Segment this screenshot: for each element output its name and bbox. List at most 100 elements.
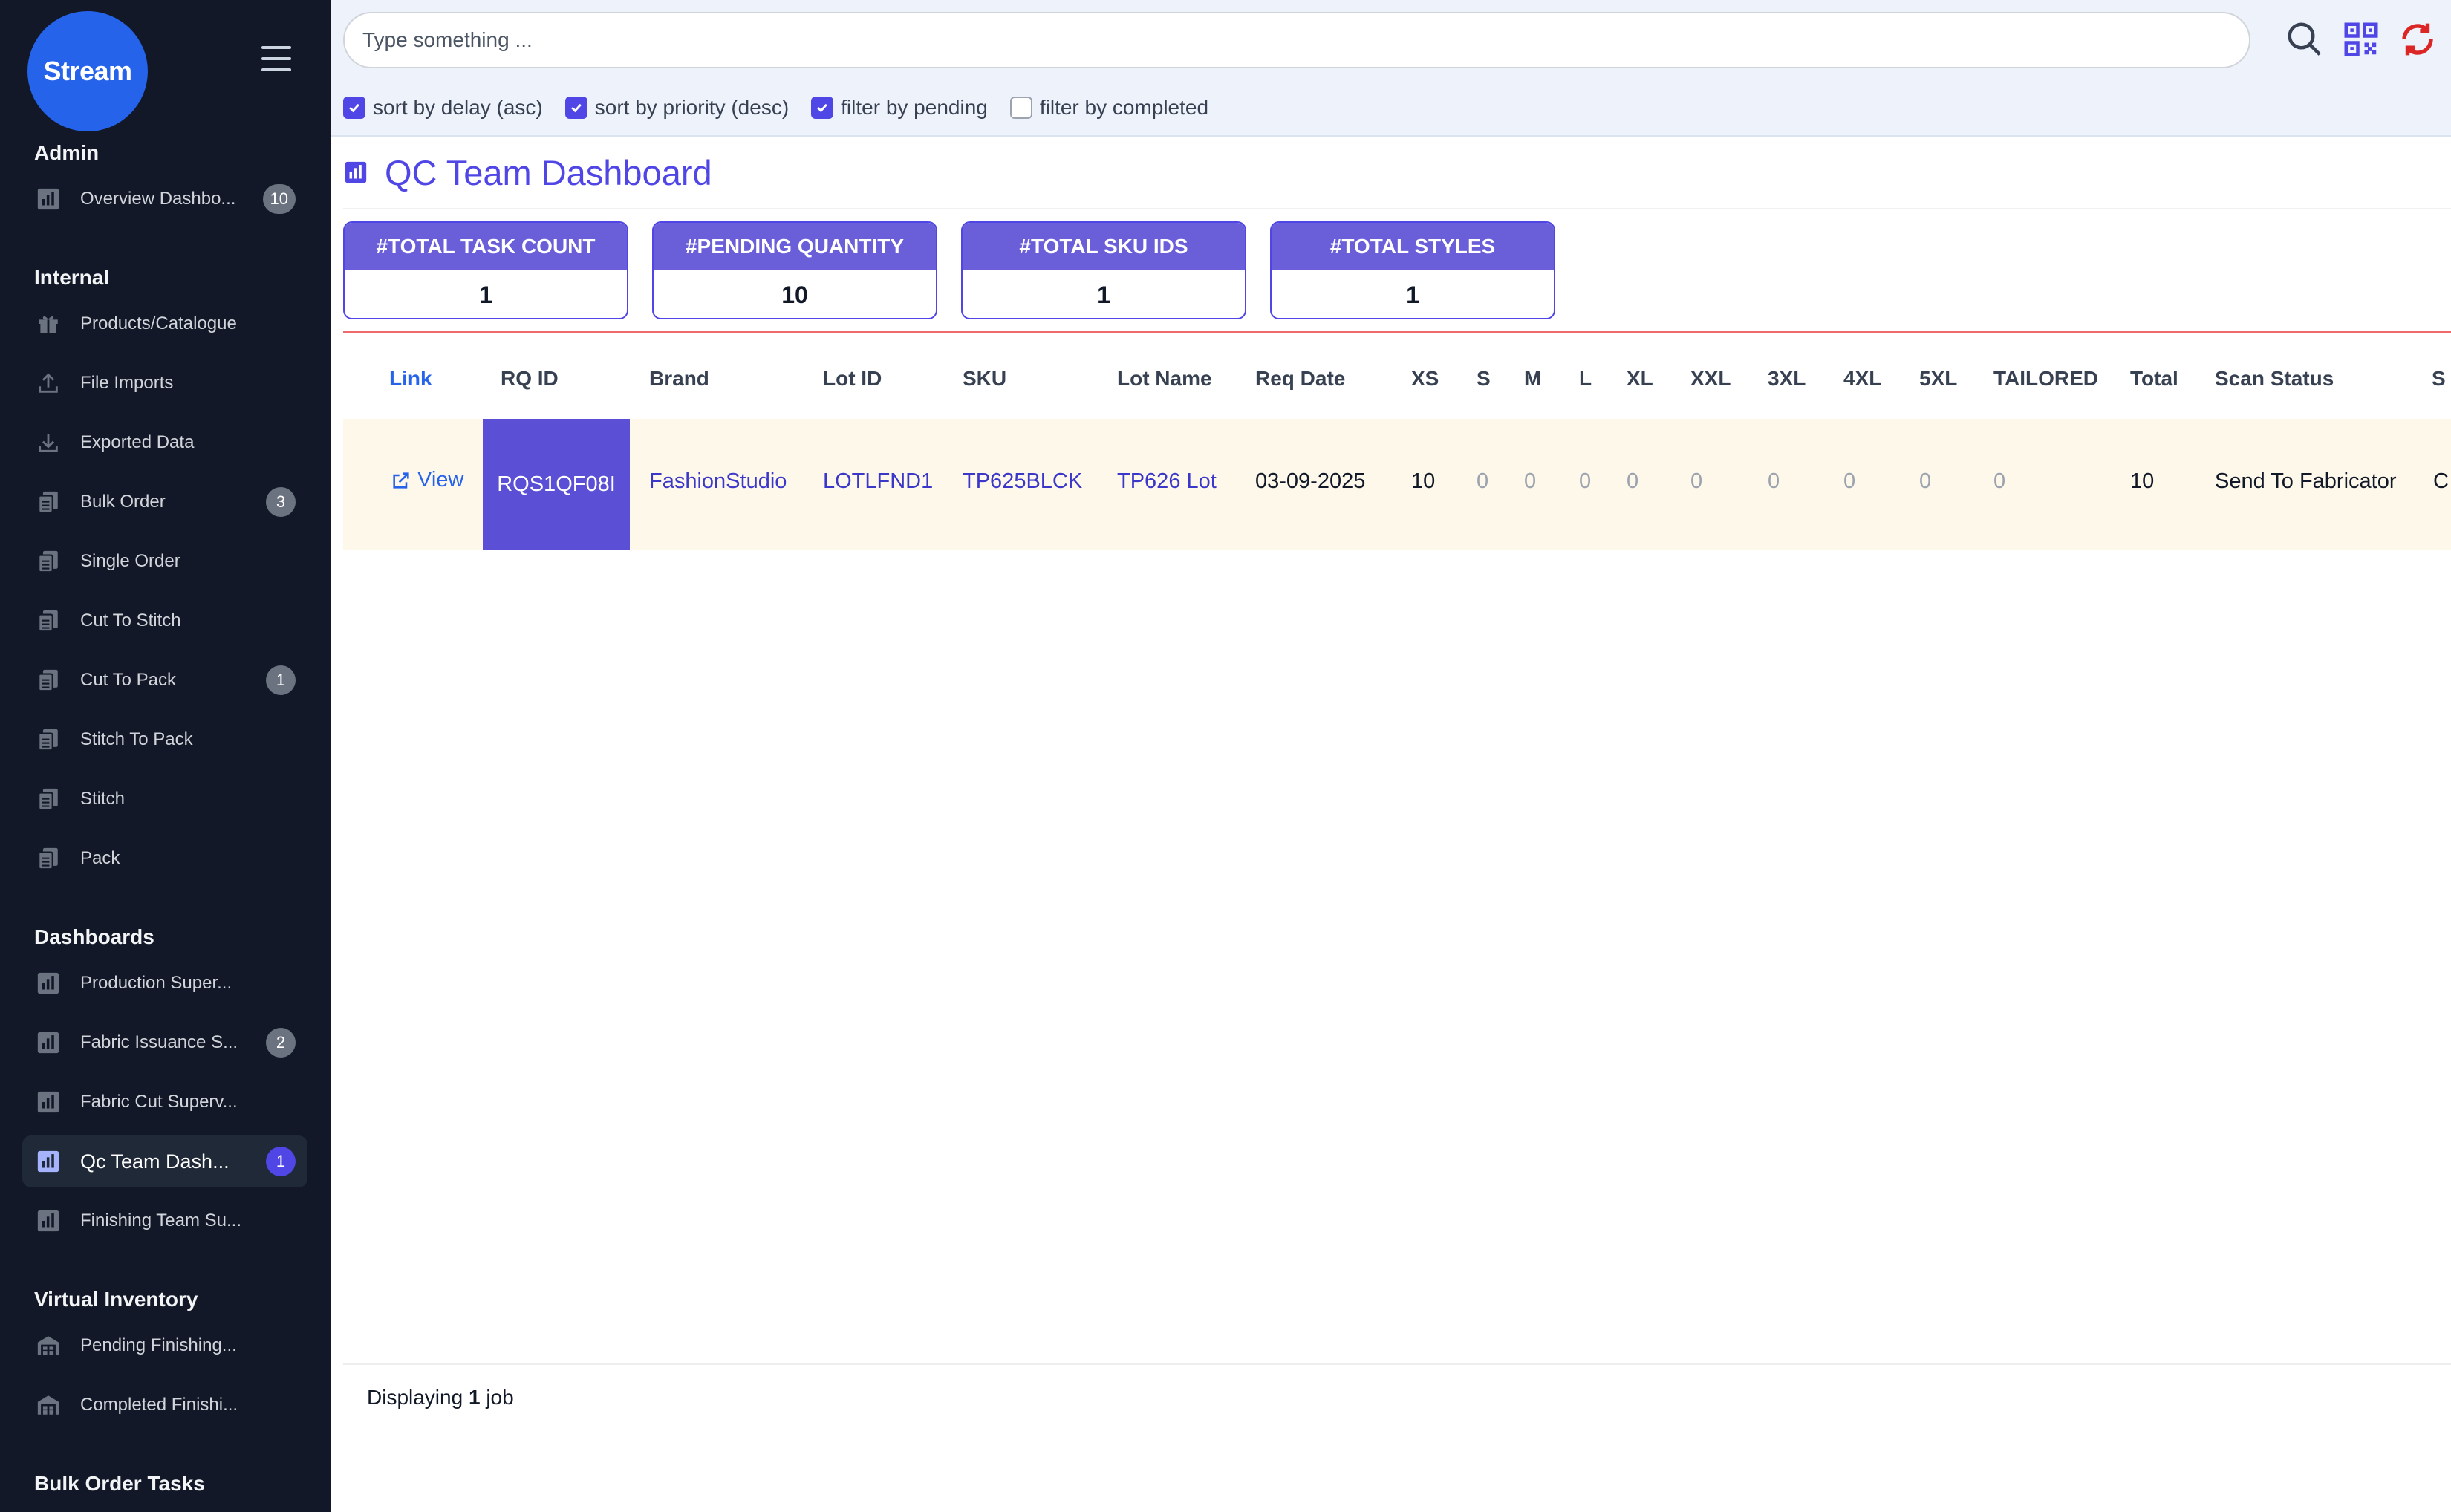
sidebar-item-qc-team-dashboard[interactable]: Qc Team Dash... 1 (22, 1135, 307, 1187)
sidebar-item-label: Fabric Issuance S... (80, 1032, 238, 1052)
warehouse-icon (36, 1392, 61, 1418)
stat-value: 1 (1406, 281, 1419, 308)
section-title-admin: Admin (34, 141, 100, 164)
sidebar-item-stitch[interactable]: Stitch (22, 773, 307, 825)
checkbox-checked[interactable] (343, 97, 365, 119)
divider (343, 331, 2451, 333)
column-header-overflow[interactable]: S (2432, 367, 2446, 391)
size-xs-cell: 10 (1411, 469, 1436, 493)
sidebar-item-products-catalogue[interactable]: Products/Catalogue (22, 298, 307, 350)
count-badge: 1 (266, 1147, 296, 1176)
column-header-m[interactable]: M (1524, 367, 1541, 391)
size-3xl-cell: 0 (1768, 469, 1780, 493)
sidebar-item-fabric-cut-supervisor[interactable]: Fabric Cut Superv... (22, 1076, 307, 1128)
sidebar-item-stitch-to-pack[interactable]: Stitch To Pack (22, 714, 307, 766)
column-header-sku[interactable]: SKU (963, 367, 1006, 391)
stat-value: 1 (479, 281, 492, 308)
qr-code-icon[interactable] (2341, 19, 2381, 59)
result-count: Displaying 1 job (367, 1386, 514, 1409)
chart-icon (345, 161, 367, 183)
stat-value: 1 (1097, 281, 1110, 308)
stat-label: #PENDING QUANTITY (654, 223, 936, 270)
logo[interactable]: Stream (27, 11, 148, 131)
filter-by-pending[interactable]: filter by pending (811, 96, 988, 120)
upload-icon (36, 371, 61, 396)
section-title-virtual-inventory: Virtual Inventory (34, 1288, 198, 1311)
column-header-5xl[interactable]: 5XL (1919, 367, 1957, 391)
sidebar-item-completed-finishing[interactable]: Completed Finishi... (22, 1379, 307, 1431)
column-header-xl[interactable]: XL (1627, 367, 1653, 391)
sidebar-item-label: Pending Finishing... (80, 1335, 237, 1355)
hamburger-menu-icon[interactable] (261, 46, 291, 71)
column-header-l[interactable]: L (1579, 367, 1592, 391)
column-header-3xl[interactable]: 3XL (1768, 367, 1806, 391)
column-header-scan-status[interactable]: Scan Status (2215, 367, 2334, 391)
documents-icon (36, 786, 61, 812)
search-icon[interactable] (2285, 19, 2325, 59)
documents-icon (36, 727, 61, 752)
lot-name-cell[interactable]: TP626 Lot (1117, 469, 1217, 494)
checkbox-checked[interactable] (811, 97, 834, 119)
sidebar-item-fabric-issuance[interactable]: Fabric Issuance S... 2 (22, 1017, 307, 1069)
brand-cell[interactable]: FashionStudio (649, 469, 787, 494)
sidebar-item-finishing-team-supervisor[interactable]: Finishing Team Su... (22, 1195, 307, 1247)
column-header-lot-name[interactable]: Lot Name (1117, 367, 1212, 391)
rq-id-cell[interactable]: RQS1QF08I (483, 419, 630, 550)
filter-sort-by-delay[interactable]: sort by delay (asc) (343, 96, 543, 120)
sidebar-item-label: Cut To Pack (80, 670, 176, 690)
count-badge: 10 (262, 184, 296, 214)
sidebar-item-exported-data[interactable]: Exported Data (22, 417, 307, 469)
stat-card-total-sku-ids: #TOTAL SKU IDS 1 (961, 221, 1246, 319)
filter-sort-by-priority[interactable]: sort by priority (desc) (564, 96, 789, 120)
sidebar-item-label: Products/Catalogue (80, 313, 237, 333)
page-title: QC Team Dashboard (385, 152, 712, 192)
column-header-link[interactable]: Link (389, 367, 432, 391)
sidebar-item-label: Qc Team Dash... (80, 1150, 230, 1173)
sidebar-item-label: Cut To Stitch (80, 610, 181, 630)
stat-card-total-styles: #TOTAL STYLES 1 (1270, 221, 1555, 319)
sidebar-item-bulk-order[interactable]: Bulk Order 3 (22, 476, 307, 528)
section-title-dashboards: Dashboards (34, 925, 154, 948)
sidebar-item-cut-to-stitch[interactable]: Cut To Stitch (22, 595, 307, 647)
column-header-brand[interactable]: Brand (649, 367, 709, 391)
stat-label: #TOTAL TASK COUNT (345, 223, 627, 270)
size-s-cell: 0 (1477, 469, 1489, 493)
lot-id-cell[interactable]: LOTLFND1 (823, 469, 933, 494)
checkbox-checked[interactable] (564, 97, 587, 119)
column-header-total[interactable]: Total (2130, 367, 2178, 391)
count-badge: 3 (266, 487, 296, 517)
chart-icon (36, 971, 61, 996)
column-header-rq-id[interactable]: RQ ID (501, 367, 559, 391)
stat-label: #TOTAL SKU IDS (963, 223, 1245, 270)
sidebar-item-label: Single Order (80, 551, 180, 571)
sidebar-item-overview-dashboard[interactable]: Overview Dashbo... 10 (22, 173, 307, 225)
sidebar-item-single-order[interactable]: Single Order (22, 535, 307, 587)
column-header-4xl[interactable]: 4XL (1843, 367, 1881, 391)
sidebar-item-pending-finishing[interactable]: Pending Finishing... (22, 1320, 307, 1372)
stat-label: #TOTAL STYLES (1272, 223, 1554, 270)
column-header-tailored[interactable]: TAILORED (1993, 367, 2098, 391)
column-header-s[interactable]: S (1477, 367, 1491, 391)
size-5xl-cell: 0 (1919, 469, 1932, 493)
sidebar-item-file-imports[interactable]: File Imports (22, 357, 307, 409)
chart-icon (36, 1089, 61, 1115)
column-header-xs[interactable]: XS (1411, 367, 1439, 391)
checkbox-unchecked[interactable] (1009, 97, 1032, 119)
column-header-lot-id[interactable]: Lot ID (823, 367, 882, 391)
search-input[interactable] (343, 12, 2250, 68)
external-link-icon (393, 472, 409, 489)
documents-icon (36, 668, 61, 693)
sidebar-item-pack[interactable]: Pack (22, 832, 307, 884)
filter-label: sort by delay (asc) (373, 96, 543, 119)
scan-status-cell: Send To Fabricator (2215, 469, 2397, 493)
column-header-xxl[interactable]: XXL (1690, 367, 1731, 391)
sku-cell[interactable]: TP625BLCK (963, 469, 1082, 494)
count-badge: 1 (266, 665, 296, 695)
column-header-req-date[interactable]: Req Date (1255, 367, 1345, 391)
warehouse-icon (36, 1333, 61, 1358)
sidebar-item-cut-to-pack[interactable]: Cut To Pack 1 (22, 654, 307, 706)
sidebar-item-production-supervisor[interactable]: Production Super... (22, 957, 307, 1009)
view-link[interactable]: View (391, 468, 463, 492)
refresh-icon[interactable] (2398, 19, 2438, 59)
filter-by-completed[interactable]: filter by completed (1009, 96, 1208, 120)
